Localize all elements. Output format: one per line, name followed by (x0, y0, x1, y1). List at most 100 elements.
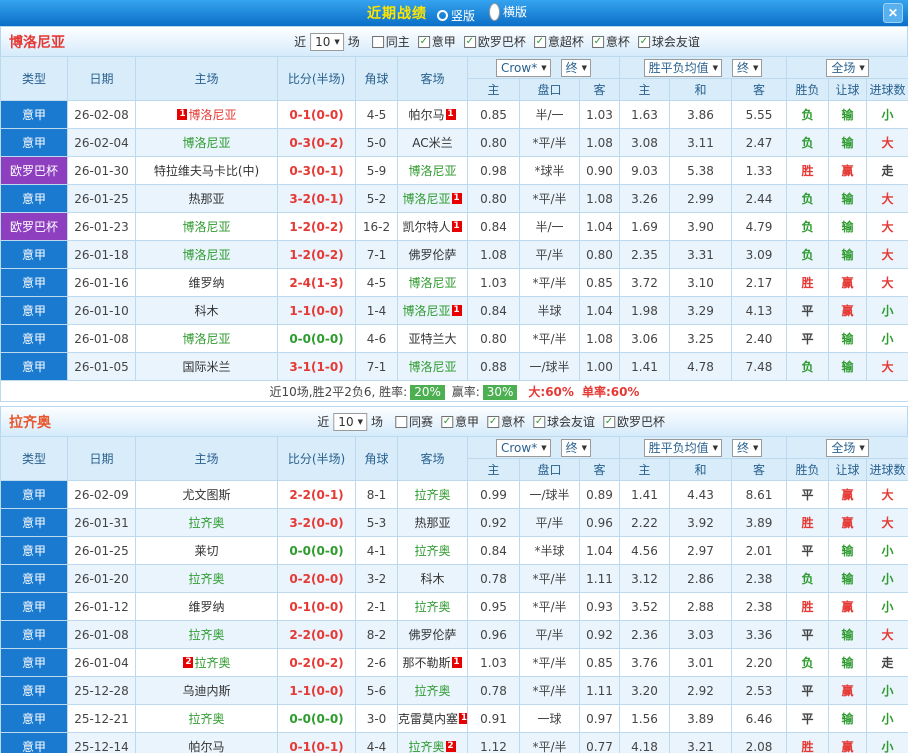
filter-checkbox-1[interactable]: ✓ 意甲 (441, 413, 479, 430)
close-button[interactable]: ✕ (883, 3, 903, 23)
home-odds-cell: 0.84 (467, 212, 520, 241)
away-odds-cell: 1.08 (578, 184, 621, 213)
scope-select[interactable]: 全场 ▼ (826, 438, 869, 457)
team-name-text: 佛罗伦萨 (408, 248, 457, 262)
wdl-terminal-select[interactable]: 终 ▼ (732, 438, 763, 457)
draw-odds-cell: 5.38 (669, 156, 733, 185)
score-cell: 0-2(0-0) (277, 564, 356, 593)
away-team-cell: 拉齐奥 (397, 536, 468, 565)
filter-checkbox-3[interactable]: ✓ 意超杯 (533, 33, 584, 50)
filter-checkbox-1[interactable]: ✓ 意甲 (417, 33, 456, 50)
away-win-odds-cell: 2.20 (731, 648, 788, 677)
checkbox-checked-icon: ✓ (417, 35, 430, 48)
away-win-odds-cell: 3.09 (731, 240, 788, 269)
goals-result-cell: 大 (866, 480, 908, 509)
chevron-down-icon: ▼ (753, 63, 759, 72)
home-team-cell: 维罗纳 (135, 592, 278, 621)
match-count-select[interactable]: 10 ▼ (333, 412, 367, 431)
odds-terminal-select[interactable]: 终 ▼ (560, 438, 592, 457)
sub-header: 主 (467, 78, 520, 101)
col-header: 比分(半场) (277, 436, 356, 481)
league-cell: 欧罗巴杯 (0, 212, 68, 241)
team-name-text: 帕尔马 (408, 108, 445, 122)
chevron-down-icon: ▼ (581, 443, 588, 452)
europe-group-header: 胜平负均值 ▼ 终 ▼ (619, 56, 788, 79)
home-win-odds-cell: 3.06 (619, 324, 671, 353)
filter-checkbox-5[interactable]: ✓ 球会友谊 (637, 33, 700, 50)
date-cell: 26-01-25 (67, 536, 136, 565)
away-win-odds-cell: 1.33 (731, 156, 788, 185)
wdl-average-select[interactable]: 胜平负均值 ▼ (643, 58, 723, 77)
home-team-cell: 特拉维夫马卡比(中) (135, 156, 278, 185)
col-header: 比分(半场) (277, 56, 356, 101)
matches-table: 类型 日期 主场 比分(半场) 角球 客场 Crow* ▼ 终 ▼ 胜平负均值 ▼ 终 ▼ 全场 ▼ 主盘口客主… (0, 436, 908, 753)
away-team-cell: AC米兰 (397, 128, 468, 157)
handicap-result-cell: 赢 (828, 296, 868, 325)
away-win-odds-cell: 7.48 (731, 352, 788, 381)
chevron-down-icon: ▼ (581, 63, 588, 72)
scope-select[interactable]: 全场 ▼ (826, 58, 869, 77)
col-header: 类型 (0, 436, 68, 481)
header-row-1: 类型 日期 主场 比分(半场) 角球 客场 Crow* ▼ 终 ▼ 胜平负均值 ▼ 终 ▼ 全场 ▼ (0, 56, 908, 101)
filter-checkbox-2[interactable]: ✓ 欧罗巴杯 (463, 33, 526, 50)
sub-header: 客 (731, 458, 788, 481)
goals-result-cell: 小 (866, 100, 908, 129)
handicap-result-cell: 输 (828, 648, 868, 677)
team-name-text: 博洛尼亚 (182, 248, 231, 262)
wdl-result-cell: 平 (786, 324, 830, 353)
sub-header: 胜负 (786, 78, 830, 101)
checkbox-checked-icon: ✓ (533, 415, 546, 428)
checkbox-label: 意杯 (605, 35, 630, 49)
score-cell: 0-3(0-1) (277, 156, 356, 185)
handicap-cell: 一/球半 (519, 352, 580, 381)
date-cell: 26-02-04 (67, 128, 136, 157)
filter-checkbox-0[interactable]: 同赛 (394, 413, 433, 430)
odds-company-select-value: Crow* (501, 440, 538, 455)
handicap-result-cell: 输 (828, 100, 868, 129)
score-cell: 3-2(0-0) (277, 508, 356, 537)
filter-checkbox-2[interactable]: ✓ 意杯 (487, 413, 525, 430)
odds-company-select[interactable]: Crow* ▼ (496, 58, 551, 77)
away-win-odds-cell: 4.79 (731, 212, 788, 241)
wdl-average-select[interactable]: 胜平负均值 ▼ (643, 438, 723, 457)
league-cell: 意甲 (0, 268, 68, 297)
team-name-text: 亚特兰大 (408, 332, 457, 346)
filter-checkbox-0[interactable]: 同主 (371, 33, 410, 50)
score-cell: 0-1(0-1) (277, 732, 356, 753)
scope-select-value: 全场 (831, 61, 856, 75)
red-card-badge: 2 (183, 657, 194, 668)
team-name-text: 博洛尼亚 (408, 164, 457, 178)
handicap-cell: *平/半 (519, 184, 580, 213)
league-cell: 意甲 (0, 240, 68, 269)
table-row: 意甲 26-01-05 国际米兰 3-1(1-0) 7-1 博洛尼亚 0.88 一/球半 1.0… (0, 352, 908, 381)
league-cell: 意甲 (0, 564, 68, 593)
sub-header: 客 (578, 78, 621, 101)
wdl-result-cell: 平 (786, 296, 830, 325)
section-lazio: 拉齐奥近 10 ▼ 场同赛 ✓ 意甲 ✓ 意杯 ✓ 球会友谊 ✓ 欧罗巴杯 类型 日期 主场 比分(半场) 角球… (0, 406, 908, 753)
layout-radio-0[interactable]: 竖版 (436, 7, 475, 24)
filter-checkbox-4[interactable]: ✓ 欧罗巴杯 (603, 413, 665, 430)
filter-checkbox-4[interactable]: ✓ 意杯 (591, 33, 630, 50)
wdl-terminal-select[interactable]: 终 ▼ (732, 58, 763, 77)
wdl-result-cell: 平 (786, 704, 830, 733)
layout-radio-1[interactable]: 横版 (489, 2, 527, 21)
home-team-cell: 莱切 (135, 536, 278, 565)
corner-cell: 7-1 (355, 240, 398, 269)
wdl-result-cell: 负 (786, 100, 830, 129)
league-cell: 欧罗巴杯 (0, 156, 68, 185)
checkbox-label: 欧罗巴杯 (477, 35, 526, 49)
away-team-cell: 克雷莫内塞 1 (397, 704, 468, 733)
team-name-text: 博洛尼亚 (188, 108, 237, 122)
red-card-badge: 1 (451, 657, 462, 668)
filter-checkbox-3[interactable]: ✓ 球会友谊 (533, 413, 595, 430)
handicap-cell: 平/半 (519, 620, 580, 649)
league-cell: 意甲 (0, 128, 68, 157)
match-count-select[interactable]: 10 ▼ (310, 32, 344, 51)
goals-result-cell: 走 (866, 648, 908, 677)
table-row: 意甲 26-01-18 博洛尼亚 1-2(0-2) 7-1 佛罗伦萨 1.08 平/半 0.80… (0, 240, 908, 269)
home-win-odds-cell: 3.20 (619, 676, 671, 705)
col-header: 主场 (135, 436, 278, 481)
odds-company-select[interactable]: Crow* ▼ (496, 438, 551, 457)
odds-terminal-select[interactable]: 终 ▼ (560, 58, 592, 77)
draw-odds-cell: 3.86 (669, 100, 733, 129)
